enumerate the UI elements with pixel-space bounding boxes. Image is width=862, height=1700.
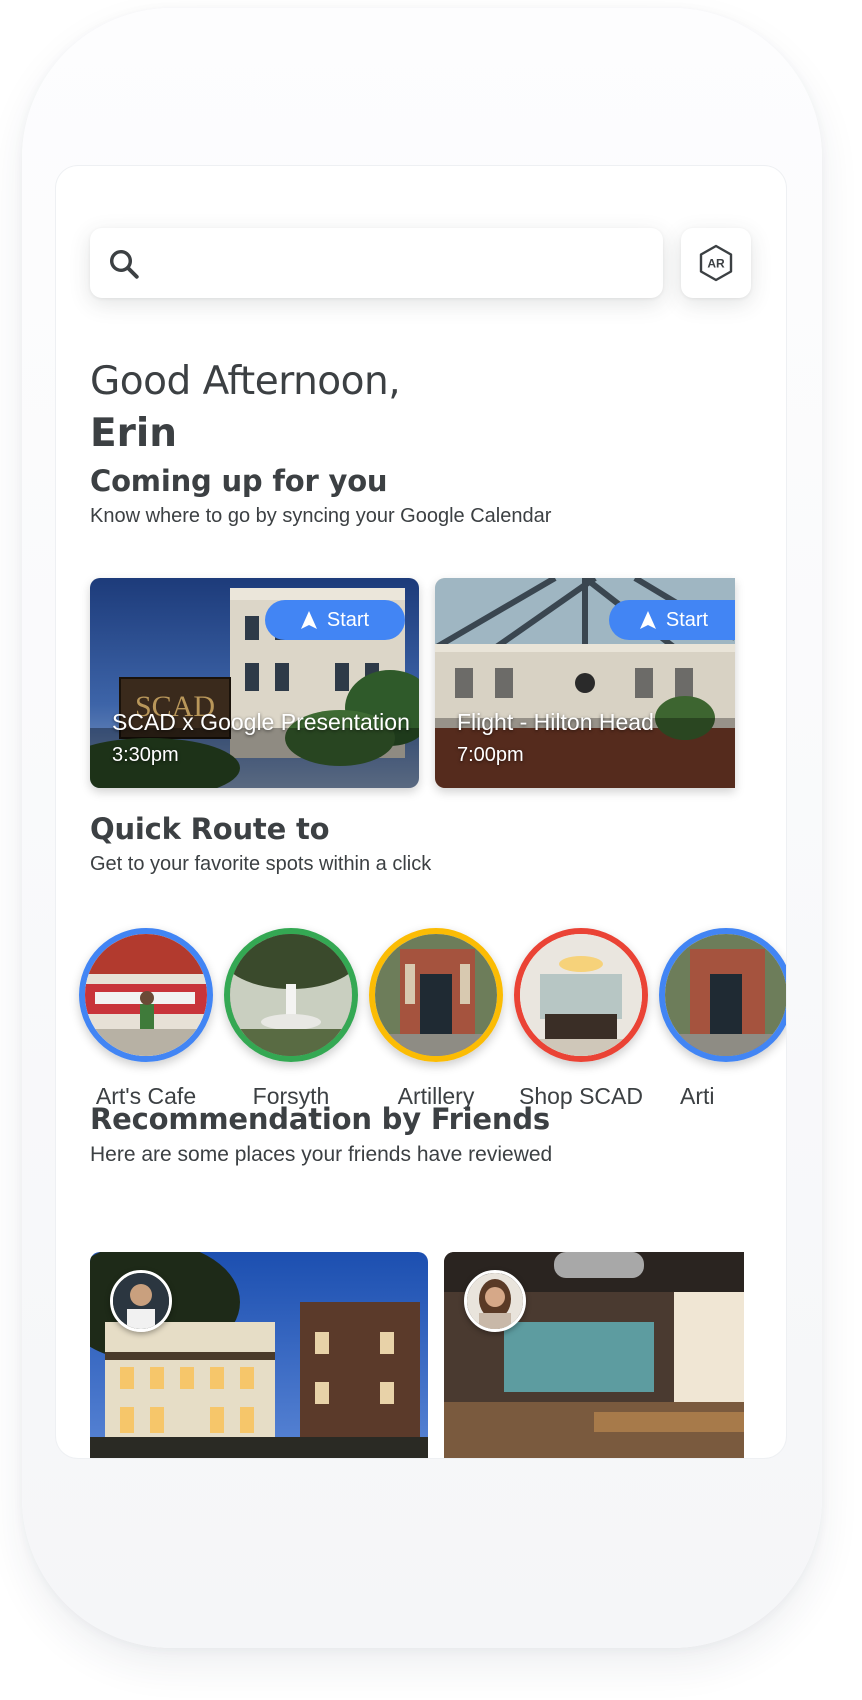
friends-title: Recommendation by Friends	[90, 1102, 550, 1136]
place-photo-artillery-2	[659, 928, 786, 1062]
place-photo-artillery	[369, 928, 503, 1062]
search-icon	[109, 249, 139, 279]
friend-avatar[interactable]	[110, 1270, 172, 1332]
friend-recommendation-card[interactable]	[90, 1252, 428, 1458]
svg-text:AR: AR	[707, 257, 725, 271]
event-time: 7:00pm	[457, 744, 524, 766]
quick-route-title: Quick Route to	[90, 812, 330, 846]
friends-subtitle: Here are some places your friends have r…	[90, 1143, 553, 1166]
greeting: Good Afternoon, Erin	[90, 356, 401, 460]
place-label: Arti	[680, 1083, 715, 1109]
event-card[interactable]: SCAD Start SCAD x Google Presentation 3:…	[90, 578, 419, 788]
ar-button[interactable]: AR	[681, 228, 751, 298]
event-card[interactable]: Start Flight - Hilton Head 7:00pm	[435, 578, 735, 788]
app-screen: AR Good Afternoon, Erin Coming up for yo…	[56, 166, 786, 1458]
place-photo-arts-cafe	[79, 928, 213, 1062]
place-photo-forsyth	[224, 928, 358, 1062]
ar-icon: AR	[699, 244, 733, 282]
start-label: Start	[665, 608, 709, 631]
event-title: SCAD x Google Presentation	[112, 709, 410, 735]
navigation-arrow-icon	[300, 611, 317, 629]
user-name: Erin	[90, 411, 178, 456]
event-time: 3:30pm	[112, 744, 179, 766]
friend-avatar[interactable]	[464, 1270, 526, 1332]
event-title: Flight - Hilton Head	[457, 709, 654, 735]
coming-up-subtitle: Know where to go by syncing your Google …	[90, 505, 552, 527]
coming-up-title: Coming up for you	[90, 464, 388, 498]
search-input[interactable]	[154, 240, 644, 286]
place-photo-shop-scad	[514, 928, 648, 1062]
search-bar[interactable]	[90, 228, 663, 298]
quick-route-subtitle: Get to your favorite spots within a clic…	[90, 853, 432, 875]
friend-recommendation-card[interactable]	[444, 1252, 744, 1458]
start-label: Start	[326, 608, 370, 631]
navigation-arrow-icon	[639, 611, 656, 629]
start-navigation-button[interactable]: Start	[265, 600, 405, 640]
start-navigation-button[interactable]: Start	[609, 600, 735, 640]
greeting-line: Good Afternoon,	[90, 359, 401, 404]
